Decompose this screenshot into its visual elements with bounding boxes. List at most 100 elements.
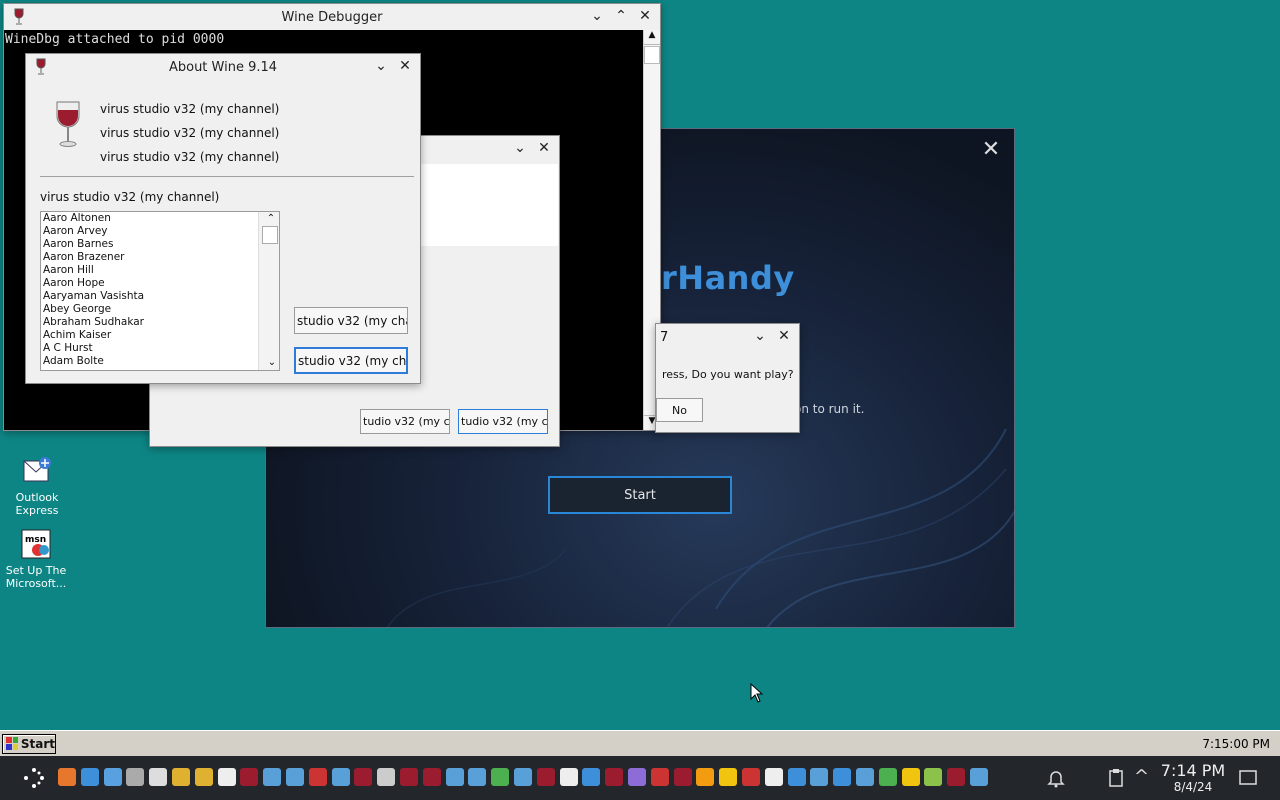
scroll-up-icon[interactable]: ▲: [644, 30, 660, 45]
taskbar-app-icon[interactable]: [240, 768, 259, 786]
scroll-thumb[interactable]: [262, 226, 278, 244]
list-item[interactable]: Aaron Brazener: [41, 251, 279, 264]
taskbar-app-icon[interactable]: [377, 768, 396, 786]
panel-clock[interactable]: 7:14 PM 8/4/24: [1158, 761, 1228, 794]
start-button[interactable]: Start: [548, 476, 732, 514]
start-menu-button[interactable]: Start: [2, 734, 56, 754]
taskbar-app-icon[interactable]: [878, 768, 897, 786]
taskbar-app-icon[interactable]: [514, 768, 532, 786]
taskbar-app-icon[interactable]: [58, 768, 76, 786]
scroll-up-icon[interactable]: ⌃: [261, 212, 279, 226]
taskbar-app-icon[interactable]: [719, 768, 738, 786]
taskbar-app-icon[interactable]: [194, 768, 213, 786]
taskbar-app-icon[interactable]: [787, 768, 806, 786]
taskbar-app-icon[interactable]: [970, 768, 988, 786]
close-icon[interactable]: ✕: [980, 139, 1002, 161]
list-item[interactable]: Aaron Hope: [41, 277, 279, 290]
no-button[interactable]: No: [656, 398, 703, 422]
list-item[interactable]: Abraham Sudhakar: [41, 316, 279, 329]
taskbar-app-icon[interactable]: [331, 768, 350, 786]
clock-date: 8/4/24: [1173, 780, 1213, 794]
taskbar-app-icon[interactable]: [696, 768, 715, 786]
credits-listbox[interactable]: Aaro Altonen Aaron Arvey Aaron Barnes Aa…: [40, 211, 280, 371]
taskbar-app-icon[interactable]: [742, 768, 760, 786]
application-launcher-icon[interactable]: [22, 766, 46, 790]
desktop-icon-msn-setup[interactable]: msn Set Up The Microsoft...: [1, 528, 71, 590]
title-bar[interactable]: Wine Debugger ⌄ ⌃ ✕: [4, 4, 660, 30]
taskbar-app-icon[interactable]: [491, 768, 510, 786]
list-item[interactable]: Aaron Hill: [41, 264, 279, 277]
about-button-1[interactable]: studio v32 (my char: [294, 307, 408, 334]
maximize-icon[interactable]: ⌃: [612, 7, 630, 25]
scroll-thumb[interactable]: [644, 46, 660, 64]
app-brand: rHandy: [661, 259, 795, 297]
content-panel: [420, 164, 558, 246]
list-item[interactable]: Abey George: [41, 303, 279, 316]
taskbar-app-icon[interactable]: [149, 768, 168, 786]
about-button-2[interactable]: studio v32 (my cha: [294, 347, 408, 374]
list-item[interactable]: Adam Bolte: [41, 355, 279, 368]
close-icon[interactable]: ✕: [775, 327, 793, 345]
outlook-express-icon: [21, 455, 53, 487]
minimize-icon[interactable]: ⌄: [751, 327, 769, 345]
taskbar-app-icon[interactable]: [924, 768, 943, 786]
taskbar-app-icon[interactable]: [80, 768, 99, 786]
taskbar-app-icon[interactable]: [810, 768, 829, 786]
taskbar-app-icon[interactable]: [582, 768, 601, 786]
list-item[interactable]: Aaron Arvey: [41, 225, 279, 238]
dialog-button-1[interactable]: tudio v32 (my char: [360, 409, 450, 434]
taskbar-app-icon[interactable]: [605, 768, 624, 786]
clipboard-icon[interactable]: [1106, 768, 1126, 788]
minimize-icon[interactable]: ⌄: [588, 7, 606, 25]
dialog-message: ress, Do you want play?: [662, 368, 794, 381]
list-item[interactable]: Aaro Altonen: [41, 212, 279, 225]
svg-text:msn: msn: [25, 535, 46, 545]
taskbar-app-icon[interactable]: [833, 768, 852, 786]
taskbar-app-icon[interactable]: [764, 768, 783, 786]
dialog-button-2[interactable]: tudio v32 (my char: [458, 409, 548, 434]
taskbar-app-icon[interactable]: [354, 768, 373, 786]
minimize-icon[interactable]: ⌄: [372, 57, 390, 75]
taskbar-app-icon[interactable]: [400, 768, 418, 786]
show-desktop-icon[interactable]: [1239, 769, 1257, 787]
credits-label: virus studio v32 (my channel): [40, 190, 220, 204]
taskbar-app-icon[interactable]: [901, 768, 920, 786]
taskbar-app-icon[interactable]: [650, 768, 669, 786]
list-item[interactable]: Aaryaman Vasishta: [41, 290, 279, 303]
close-icon[interactable]: ✕: [535, 139, 553, 157]
taskbar-app-icon[interactable]: [263, 768, 282, 786]
taskbar-app-icon[interactable]: [422, 768, 441, 786]
list-item[interactable]: A C Hurst: [41, 342, 279, 355]
list-item[interactable]: Achim Kaiser: [41, 329, 279, 342]
system-tray-expand-icon[interactable]: ^: [1134, 766, 1149, 787]
taskbar-app-icon[interactable]: [628, 768, 646, 786]
taskbar-app-icon[interactable]: [286, 768, 304, 786]
minimize-icon[interactable]: ⌄: [511, 139, 529, 157]
taskbar-app-icon[interactable]: [126, 768, 145, 786]
taskbar-app-icon[interactable]: [308, 768, 327, 786]
about-line-1: virus studio v32 (my channel): [100, 102, 280, 116]
taskbar-app-icon[interactable]: [673, 768, 692, 786]
list-item[interactable]: Aaron Barnes: [41, 238, 279, 251]
taskbar-clock: 7:15:00 PM: [1202, 737, 1270, 751]
title-bar[interactable]: About Wine 9.14 ⌄ ✕: [26, 54, 420, 80]
taskbar-app-icon[interactable]: [947, 768, 966, 786]
about-line-2: virus studio v32 (my channel): [100, 126, 280, 140]
close-icon[interactable]: ✕: [396, 57, 414, 75]
windows-logo-icon: [6, 737, 18, 750]
taskbar-app-icon[interactable]: [559, 768, 578, 786]
close-icon[interactable]: ✕: [636, 7, 654, 25]
vertical-scrollbar[interactable]: ⌃ ⌄: [258, 212, 279, 370]
taskbar-app-icon[interactable]: [445, 768, 464, 786]
taskbar-app-icon[interactable]: [536, 768, 555, 786]
clock-time: 7:14 PM: [1160, 761, 1226, 780]
title-bar[interactable]: 7 ⌄ ✕: [656, 324, 799, 350]
scroll-down-icon[interactable]: ⌄: [261, 356, 279, 370]
desktop-icon-outlook-express[interactable]: Outlook Express: [2, 455, 72, 517]
taskbar-app-icon[interactable]: [856, 768, 874, 786]
taskbar-app-icon[interactable]: [103, 768, 122, 786]
notifications-icon[interactable]: [1046, 768, 1066, 788]
taskbar-app-icon[interactable]: [172, 768, 190, 786]
taskbar-app-icon[interactable]: [468, 768, 487, 786]
taskbar-app-icon[interactable]: [217, 768, 236, 786]
